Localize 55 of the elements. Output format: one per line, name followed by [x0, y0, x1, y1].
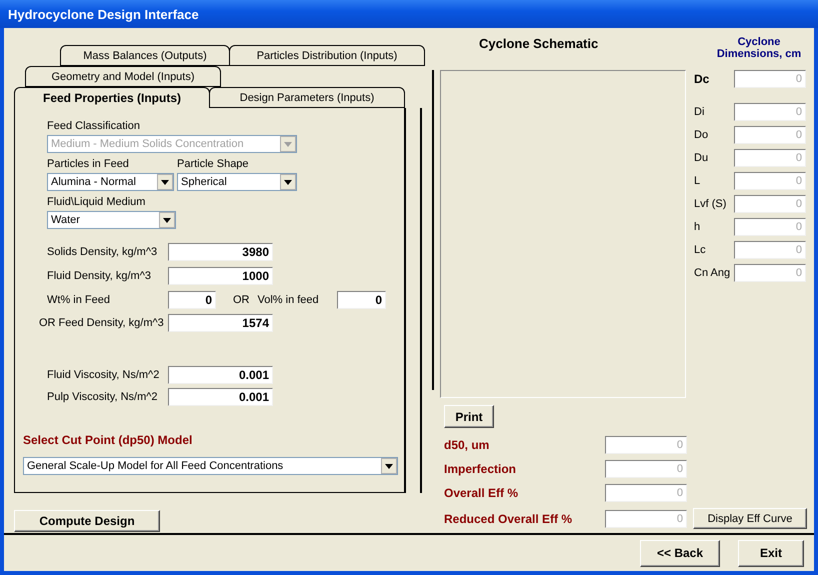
input-field[interactable]: 0: [337, 291, 386, 309]
exit-button[interactable]: Exit: [738, 540, 804, 566]
tab[interactable]: Mass Balances (Outputs): [60, 45, 230, 66]
input-field[interactable]: 1574: [168, 314, 273, 332]
section-heading: Select Cut Point (dp50) Model: [23, 433, 192, 447]
window-title: Hydrocyclone Design Interface: [7, 6, 199, 22]
tab[interactable]: Particles Distribution (Inputs): [229, 45, 425, 66]
caret-icon: [157, 174, 173, 190]
field-label: Feed Classification: [47, 120, 141, 132]
tab[interactable]: Design Parameters (Inputs): [209, 87, 405, 108]
field-label: Wt% in Feed: [47, 294, 110, 306]
field-label: Particle Shape: [177, 158, 249, 170]
field-label: Fluid Density, kg/m^3: [47, 270, 151, 282]
field-label: Pulp Viscosity, Ns/m^2: [47, 391, 158, 403]
field-label: Particles in Feed: [47, 158, 129, 170]
display-eff-curve-button[interactable]: Display Eff Curve: [693, 508, 807, 529]
dropdown[interactable]: Spherical: [177, 173, 297, 191]
tab[interactable]: Feed Properties (Inputs): [14, 87, 210, 108]
tab[interactable]: Geometry and Model (Inputs): [25, 66, 221, 87]
dimension-label: h: [694, 221, 700, 233]
field-label: Vol% in feed: [258, 294, 319, 306]
field-label: OR: [233, 294, 250, 306]
dimension-label: Di: [694, 106, 704, 118]
dimension-label: Lc: [694, 244, 706, 256]
caret-icon: [159, 212, 175, 228]
field-label: Fluid\Liquid Medium: [47, 196, 146, 208]
dropdown[interactable]: Alumina - Normal: [47, 173, 174, 191]
back-button[interactable]: << Back: [640, 540, 720, 566]
caret-icon: [280, 136, 296, 152]
result-label: Overall Eff %: [444, 486, 520, 500]
dimension-label: Do: [694, 129, 708, 141]
dimension-label: Dc: [694, 72, 710, 86]
result-label: d50, um: [444, 438, 490, 452]
dropdown[interactable]: General Scale-Up Model for All Feed Concentrations: [23, 457, 398, 475]
dimension-label: L: [694, 175, 700, 187]
caret-icon: [280, 174, 296, 190]
input-field[interactable]: 1000: [168, 267, 273, 285]
caret-icon: [381, 458, 397, 474]
result-label: Reduced Overall Eff %: [444, 512, 574, 526]
field-label: Solids Density, kg/m^3: [47, 246, 158, 258]
input-field[interactable]: 3980: [168, 243, 273, 261]
dropdown[interactable]: Water: [47, 211, 176, 229]
dimension-label: Du: [694, 152, 708, 164]
dimension-label: Cn Ang: [694, 267, 730, 279]
dimension-label: Lvf (S): [694, 198, 726, 210]
panel-title: Cyclone Dimensions, cm: [716, 36, 802, 62]
field-label: OR Feed Density, kg/m^3: [39, 317, 164, 329]
input-field[interactable]: 0.001: [168, 388, 273, 406]
compute-design-button[interactable]: Compute Design: [14, 510, 160, 532]
field-label: Fluid Viscosity, Ns/m^2: [47, 369, 160, 381]
input-field[interactable]: 0.001: [168, 366, 273, 384]
panel-title: Cyclone Schematic: [479, 36, 598, 51]
input-field[interactable]: 0: [168, 291, 216, 309]
result-label: Imperfection: [444, 462, 518, 476]
print-button[interactable]: Print: [444, 405, 494, 428]
